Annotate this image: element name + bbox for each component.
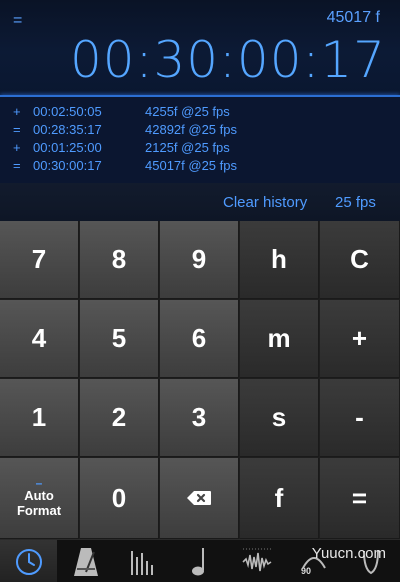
metronome-icon [73,547,98,576]
key-7[interactable]: 7 [0,221,79,299]
tab-bar: 90 Yuucn.com [0,539,400,582]
history-operator: = [13,122,21,137]
key-9[interactable]: 9 [160,221,239,299]
history-operator: + [13,140,21,155]
display-frame-count: 45017 f [326,9,380,26]
auto-format-button[interactable]: – Auto Format [0,458,79,539]
app-root: = 45017 f 00:30:00:17 + 00:02:50:05 4255… [0,0,400,582]
history-operator: + [13,104,21,119]
history-frames: 45017f @25 fps [145,158,237,173]
watermark-text: Yuucn.com [311,545,386,562]
auto-format-indicator: – [35,476,43,490]
display-timecode: 00:30:00:17 [69,31,386,89]
bpm-value: 90 [301,566,312,576]
history-row: + 00:01:25:00 2125f @25 fps [0,140,400,158]
history-toolbar: Clear history 25 fps [0,183,400,222]
history-frames: 2125f @25 fps [145,140,230,155]
clock-icon [15,548,42,575]
key-equals[interactable]: = [320,458,400,539]
fps-selector-button[interactable]: 25 fps [335,194,376,211]
key-plus[interactable]: + [320,300,400,378]
waveform-icon [241,548,271,571]
key-0[interactable]: 0 [80,458,159,539]
auto-format-label-line2: Format [16,503,62,518]
history-frames: 4255f @25 fps [145,104,230,119]
key-minus[interactable]: - [320,379,400,457]
key-minutes[interactable]: m [240,300,319,378]
key-5[interactable]: 5 [80,300,159,378]
tab-levels[interactable] [114,540,171,582]
key-4[interactable]: 4 [0,300,79,378]
history-timecode: 00:30:00:17 [33,158,102,173]
backspace-icon [187,491,211,505]
key-1[interactable]: 1 [0,379,79,457]
key-8[interactable]: 8 [80,221,159,299]
history-row: = 00:28:35:17 42892f @25 fps [0,122,400,140]
key-seconds[interactable]: s [240,379,319,457]
key-clear[interactable]: C [320,221,400,299]
key-frames[interactable]: f [240,458,319,539]
tab-note[interactable] [171,540,228,582]
tab-timecode[interactable] [0,540,57,582]
history-timecode: 00:02:50:05 [33,104,102,119]
history-timecode: 00:01:25:00 [33,140,102,155]
keypad: 7 8 9 h C 4 5 6 m + 1 2 3 s - – Auto For… [0,221,400,539]
clear-history-button[interactable]: Clear history [223,194,307,211]
history-row: + 00:02:50:05 4255f @25 fps [0,104,400,122]
key-hours[interactable]: h [240,221,319,299]
auto-format-label-line1: Auto [24,488,54,503]
history-frames: 42892f @25 fps [145,122,237,137]
key-6[interactable]: 6 [160,300,239,378]
timecode-display: = 45017 f 00:30:00:17 [0,0,400,95]
history-row: = 00:30:00:17 45017f @25 fps [0,158,400,176]
note-icon [191,547,204,575]
key-2[interactable]: 2 [80,379,159,457]
display-operator: = [13,12,23,29]
history-operator: = [13,158,21,173]
tab-waveform[interactable] [228,540,285,582]
levels-icon [130,550,153,575]
backspace-button[interactable] [160,458,239,539]
key-3[interactable]: 3 [160,379,239,457]
tab-metronome[interactable] [57,540,114,582]
history-timecode: 00:28:35:17 [33,122,102,137]
history-list: + 00:02:50:05 4255f @25 fps = 00:28:35:1… [0,97,400,183]
